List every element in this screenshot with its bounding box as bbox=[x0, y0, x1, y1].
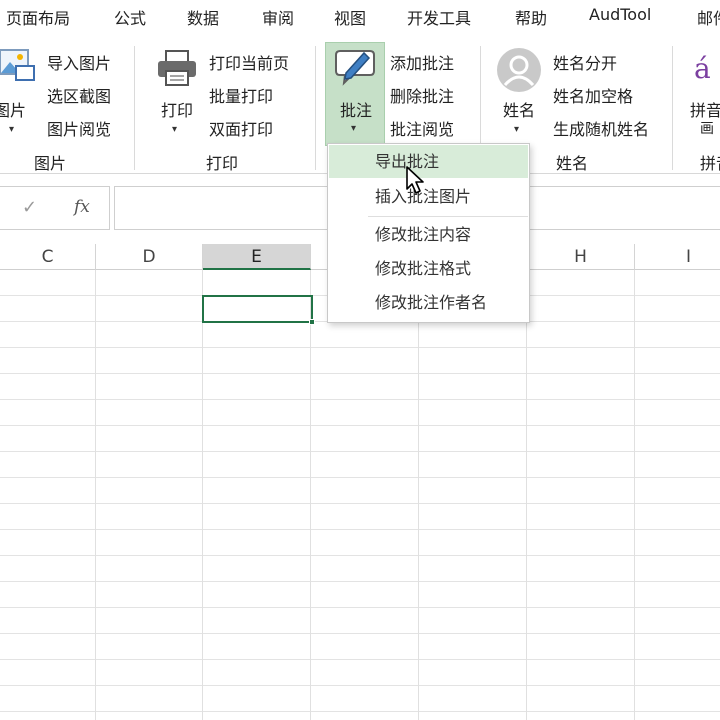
check-icon[interactable]: ✓ bbox=[22, 197, 37, 218]
column-header-e[interactable]: E bbox=[203, 244, 311, 270]
split-name-item[interactable]: 姓名分开 bbox=[553, 50, 617, 74]
tab-review[interactable]: 审阅 bbox=[262, 5, 294, 29]
column-header-i[interactable]: I bbox=[635, 244, 720, 270]
menu-divider bbox=[368, 216, 528, 217]
column-gridline bbox=[95, 270, 96, 720]
group-label-print: 打印 bbox=[206, 154, 239, 173]
formula-controls: ✓ fx bbox=[0, 186, 110, 230]
annotation-dropdown-menu: 导出批注 插入批注图片 修改批注内容 修改批注格式 修改批注作者名 bbox=[327, 143, 530, 323]
name-add-space-item[interactable]: 姓名加空格 bbox=[553, 83, 633, 107]
column-gridline bbox=[526, 270, 527, 720]
random-name-item[interactable]: 生成随机姓名 bbox=[553, 116, 649, 140]
user-avatar-icon[interactable] bbox=[496, 47, 542, 97]
tab-data[interactable]: 数据 bbox=[187, 5, 219, 29]
chevron-down-icon[interactable]: ▾ bbox=[9, 124, 14, 135]
picture-button-label[interactable]: 图片 bbox=[0, 97, 26, 121]
region-screenshot-item[interactable]: 选区截图 bbox=[47, 83, 111, 107]
print-button-label[interactable]: 打印 bbox=[161, 97, 193, 121]
export-comments-item[interactable]: 导出批注 bbox=[329, 145, 528, 178]
tab-audtool[interactable]: AudTool bbox=[589, 5, 651, 24]
group-label-picture: 图片 bbox=[34, 154, 67, 173]
chevron-down-icon[interactable]: ▾ bbox=[514, 124, 519, 135]
picture-browse-item[interactable]: 图片阅览 bbox=[47, 116, 111, 140]
tab-page-layout[interactable]: 页面布局 bbox=[6, 5, 70, 29]
annotation-button-label: 批注 bbox=[340, 101, 373, 120]
group-label-name: 姓名 bbox=[556, 154, 589, 173]
column-gridline bbox=[418, 270, 419, 720]
picture-icon[interactable] bbox=[0, 48, 38, 88]
delete-comment-item[interactable]: 删除批注 bbox=[390, 83, 454, 107]
name-button-label[interactable]: 姓名 bbox=[503, 97, 535, 121]
tab-formulas[interactable]: 公式 bbox=[114, 5, 146, 29]
edit-comment-content-item[interactable]: 修改批注内容 bbox=[329, 218, 528, 251]
insert-comment-picture-item[interactable]: 插入批注图片 bbox=[329, 180, 528, 213]
pinyin-sub-label[interactable]: 画 bbox=[700, 118, 714, 138]
tab-developer[interactable]: 开发工具 bbox=[407, 5, 471, 29]
menu-tab-bar: 页面布局 公式 数据 审阅 视图 开发工具 帮助 AudTool 邮件 bbox=[0, 0, 720, 34]
column-header-d[interactable]: D bbox=[96, 244, 203, 270]
column-gridline bbox=[634, 270, 635, 720]
add-comment-item[interactable]: 添加批注 bbox=[390, 50, 454, 74]
mouse-pointer-icon bbox=[405, 165, 427, 199]
group-label-pinyin: 拼音 bbox=[700, 154, 720, 173]
printer-icon[interactable] bbox=[156, 49, 198, 91]
column-gridline bbox=[202, 270, 203, 720]
edit-comment-author-item[interactable]: 修改批注作者名 bbox=[329, 286, 528, 319]
import-picture-item[interactable]: 导入图片 bbox=[47, 50, 111, 74]
group-divider bbox=[672, 46, 673, 170]
comment-pen-icon bbox=[332, 47, 378, 91]
group-divider bbox=[315, 46, 316, 170]
tab-mail[interactable]: 邮件 bbox=[697, 5, 720, 29]
browse-comment-item[interactable]: 批注阅览 bbox=[390, 116, 454, 140]
pinyin-icon[interactable]: á bbox=[694, 52, 711, 85]
annotation-button[interactable]: 批注 ▾ bbox=[325, 42, 385, 146]
tab-help[interactable]: 帮助 bbox=[515, 5, 547, 29]
fill-handle[interactable] bbox=[309, 319, 315, 325]
column-header-h[interactable]: H bbox=[527, 244, 635, 270]
group-divider bbox=[134, 46, 135, 170]
active-cell[interactable] bbox=[202, 295, 313, 323]
column-gridline bbox=[310, 270, 311, 720]
chevron-down-icon: ▾ bbox=[351, 123, 357, 134]
function-icon[interactable]: fx bbox=[74, 197, 90, 217]
chevron-down-icon[interactable]: ▾ bbox=[172, 124, 177, 135]
print-current-page-item[interactable]: 打印当前页 bbox=[209, 50, 289, 74]
edit-comment-format-item[interactable]: 修改批注格式 bbox=[329, 252, 528, 285]
duplex-print-item[interactable]: 双面打印 bbox=[209, 116, 273, 140]
tab-view[interactable]: 视图 bbox=[334, 5, 366, 29]
batch-print-item[interactable]: 批量打印 bbox=[209, 83, 273, 107]
column-header-c[interactable]: C bbox=[0, 244, 96, 270]
